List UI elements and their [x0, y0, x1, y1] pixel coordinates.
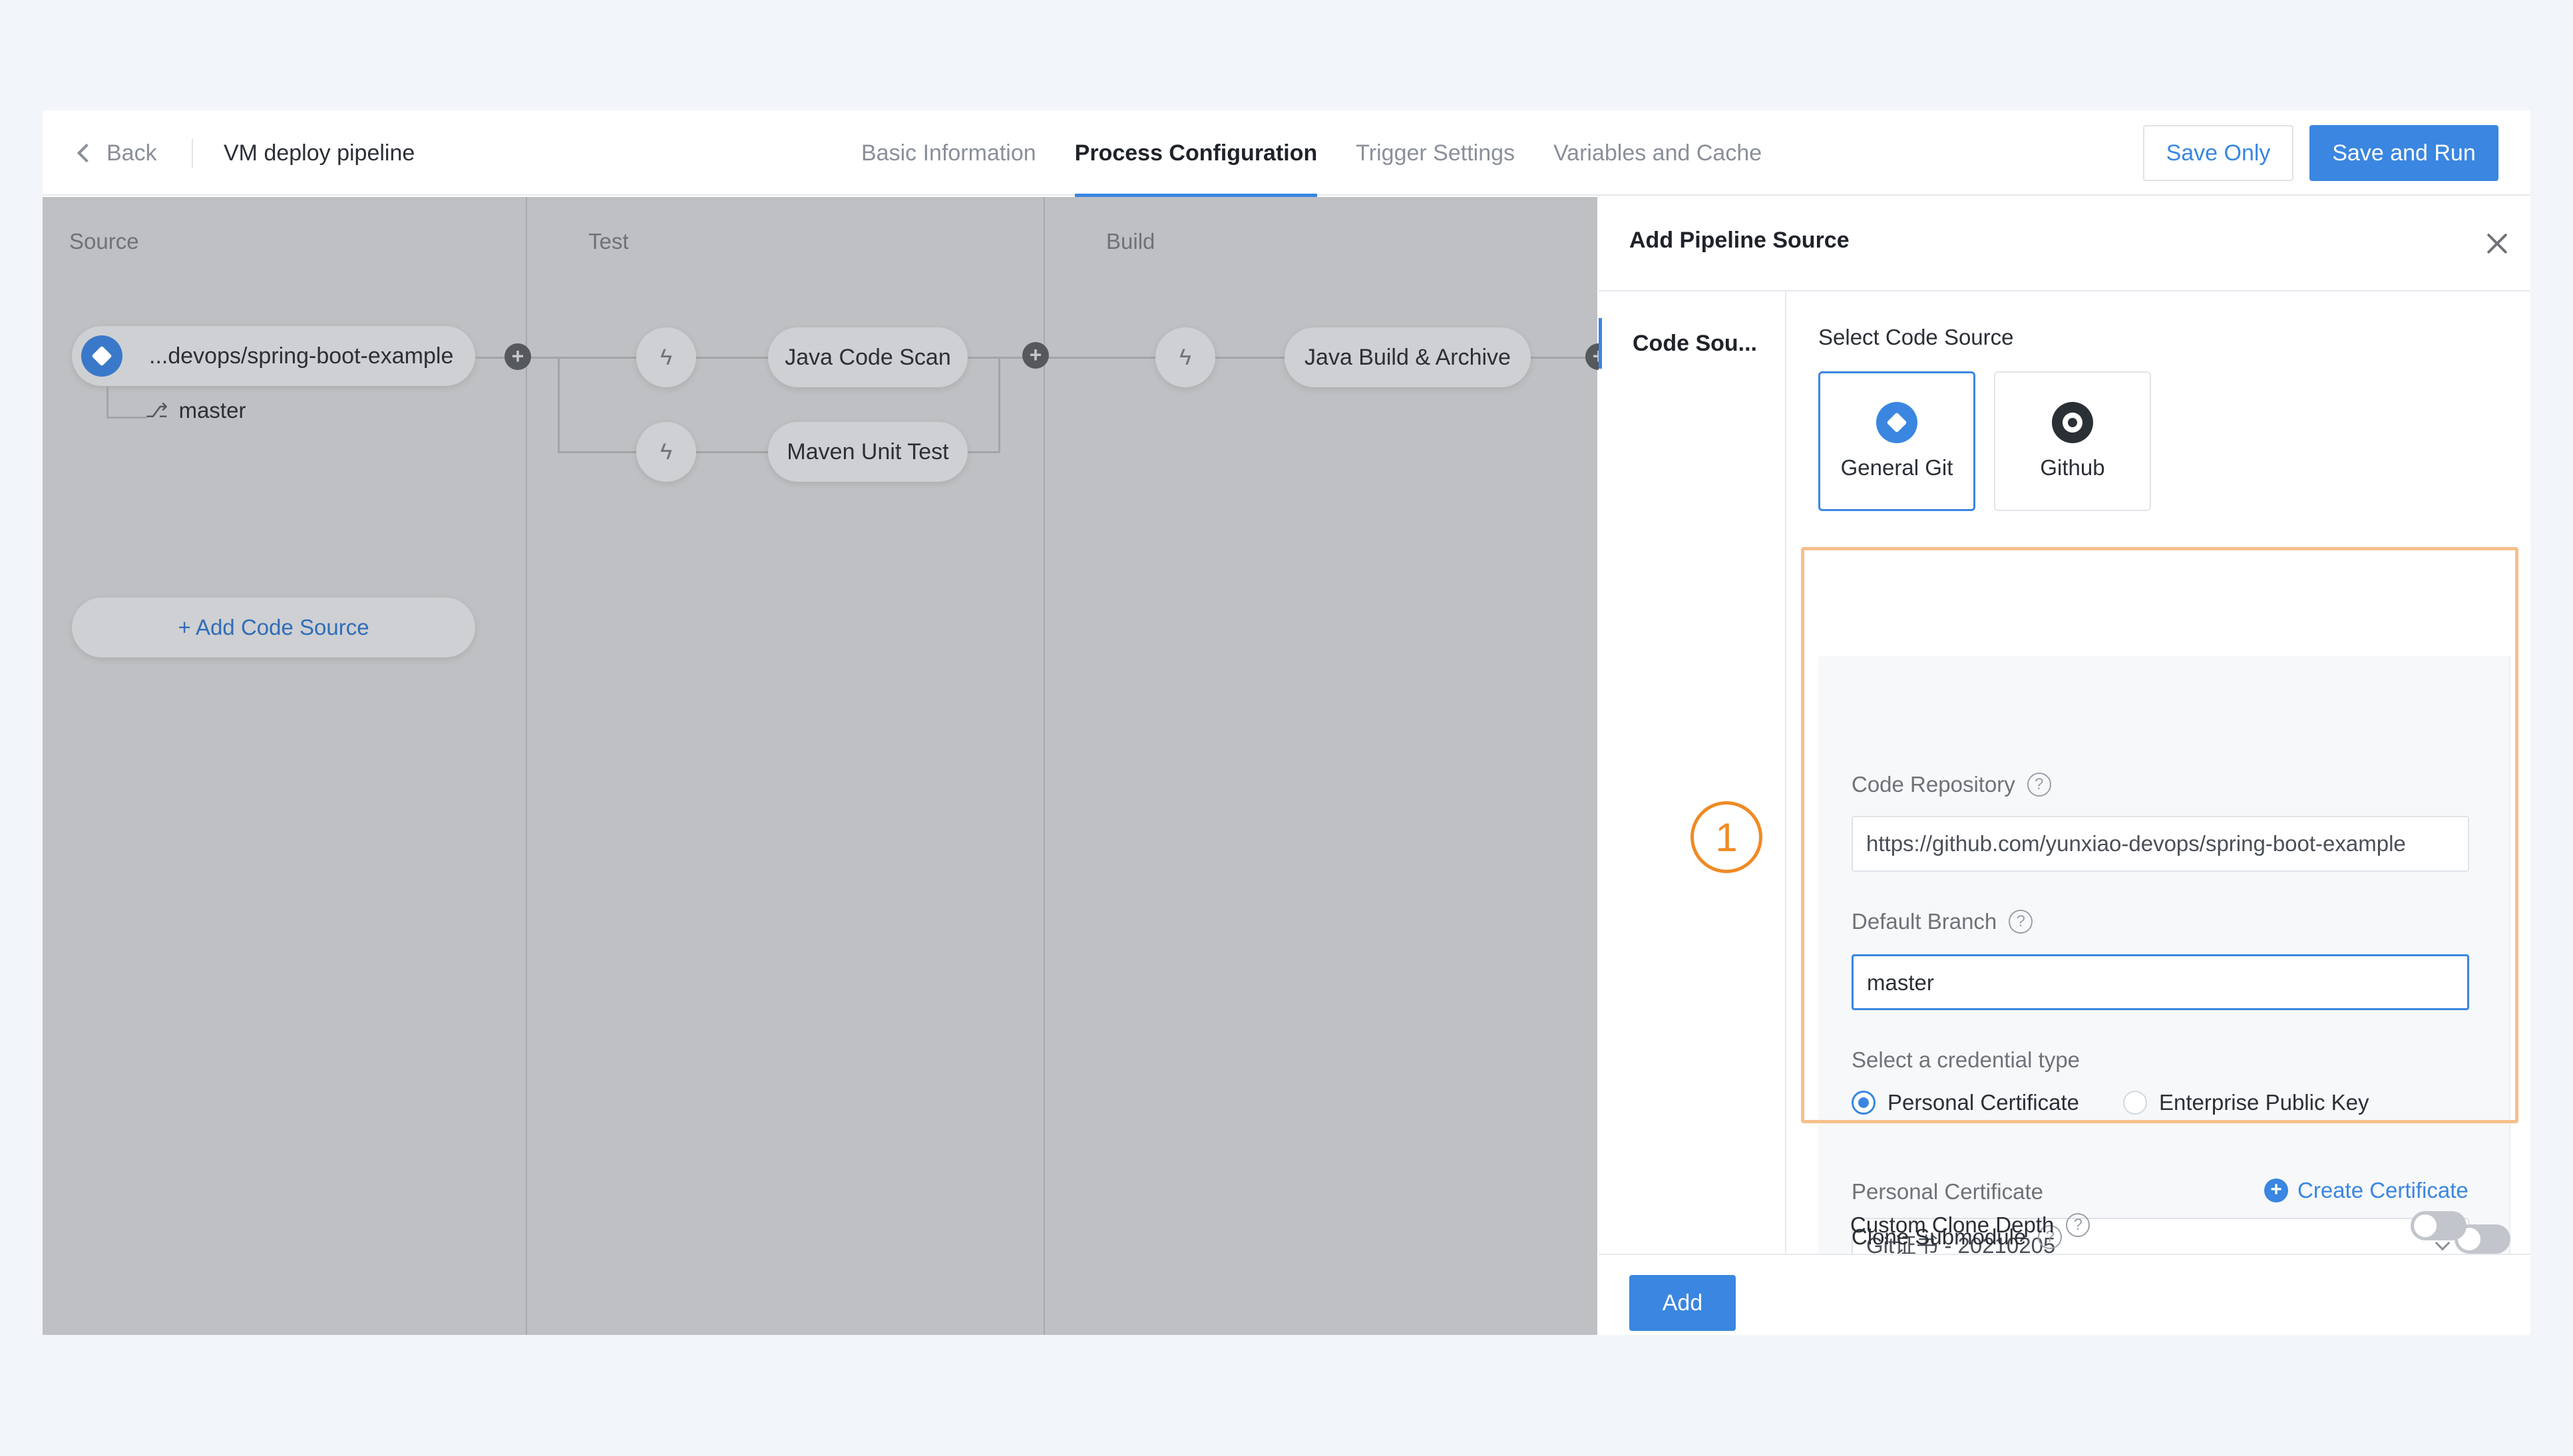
source-option-label: General Git: [1840, 455, 1953, 480]
stage-divider: [1044, 197, 1045, 1335]
git-icon: [1876, 402, 1917, 443]
header-divider: [192, 138, 193, 168]
add-stage-icon[interactable]: +: [1022, 342, 1049, 369]
add-button[interactable]: Add: [1629, 1275, 1736, 1331]
pipeline-name: VM deploy pipeline: [224, 140, 415, 166]
branch-connector: [106, 386, 108, 418]
bolt-icon[interactable]: ϟ: [636, 422, 696, 482]
panel-title: Add Pipeline Source: [1629, 228, 1850, 253]
source-option-general-git[interactable]: General Git: [1818, 371, 1975, 511]
close-icon[interactable]: [2484, 230, 2510, 257]
stage-title-build: Build: [1106, 229, 1155, 254]
personal-certificate-label: Personal Certificate: [1852, 1179, 2043, 1204]
git-icon: [81, 335, 122, 377]
select-code-source-label: Select Code Source: [1818, 325, 2014, 349]
tab-process-configuration[interactable]: Process Configuration: [1074, 110, 1317, 197]
parallel-connector: [558, 357, 560, 453]
save-and-run-button[interactable]: Save and Run: [2309, 125, 2498, 181]
tab-variables-and-cache[interactable]: Variables and Cache: [1553, 110, 1762, 196]
back-button[interactable]: Back: [75, 137, 157, 169]
source-branch-label: master: [178, 398, 246, 423]
side-nav-code-source[interactable]: Code Sou...: [1599, 318, 1785, 369]
code-source-node[interactable]: ...devops/spring-boot-example: [72, 326, 475, 386]
source-option-label: Github: [2040, 455, 2105, 480]
parallel-connector: [998, 357, 1000, 453]
tab-basic-information[interactable]: Basic Information: [861, 110, 1036, 196]
tab-trigger-settings[interactable]: Trigger Settings: [1356, 110, 1515, 196]
add-stage-icon[interactable]: +: [504, 343, 531, 370]
stage-title-test: Test: [588, 229, 629, 254]
branch-connector: [106, 417, 146, 419]
panel-footer: Add: [1599, 1254, 2530, 1335]
top-header: Back VM deploy pipeline Basic Informatio…: [43, 110, 2530, 197]
annotation-step-badge: 1: [1690, 801, 1762, 873]
add-code-source-button[interactable]: + Add Code Source: [72, 598, 475, 657]
pipeline-canvas: Source Test Build ...devops/spring-boot-…: [43, 197, 1612, 1335]
stage-divider: [526, 197, 527, 1335]
job-java-build-archive[interactable]: Java Build & Archive: [1285, 327, 1531, 387]
branch-icon: ⎇: [145, 399, 168, 422]
stage-title-source: Source: [69, 229, 139, 254]
source-repo-label: ...devops/spring-boot-example: [149, 343, 454, 369]
job-maven-unit-test[interactable]: Maven Unit Test: [768, 422, 968, 482]
create-certificate-link[interactable]: + Create Certificate: [2264, 1178, 2469, 1203]
job-java-code-scan[interactable]: Java Code Scan: [768, 327, 968, 387]
save-only-button[interactable]: Save Only: [2143, 125, 2293, 181]
source-branch: ⎇ master: [145, 398, 246, 423]
custom-clone-depth-toggle[interactable]: [2411, 1211, 2467, 1240]
bolt-icon[interactable]: ϟ: [1155, 327, 1215, 387]
github-icon: [2052, 402, 2093, 443]
panel-side-nav: Code Sou...: [1599, 291, 1786, 1254]
help-icon[interactable]: ?: [2066, 1213, 2090, 1237]
back-label: Back: [106, 140, 157, 166]
bolt-icon[interactable]: ϟ: [636, 327, 696, 387]
config-tabs: Basic Information Process Configuration …: [861, 110, 1762, 197]
chevron-left-icon: [77, 143, 97, 163]
source-option-github[interactable]: Github: [1994, 371, 2151, 511]
plus-icon: +: [2264, 1179, 2288, 1202]
annotation-highlight-box: [1801, 547, 2518, 1123]
create-certificate-label: Create Certificate: [2297, 1178, 2469, 1202]
custom-clone-depth-label: Custom Clone Depth ?: [1850, 1212, 2090, 1238]
